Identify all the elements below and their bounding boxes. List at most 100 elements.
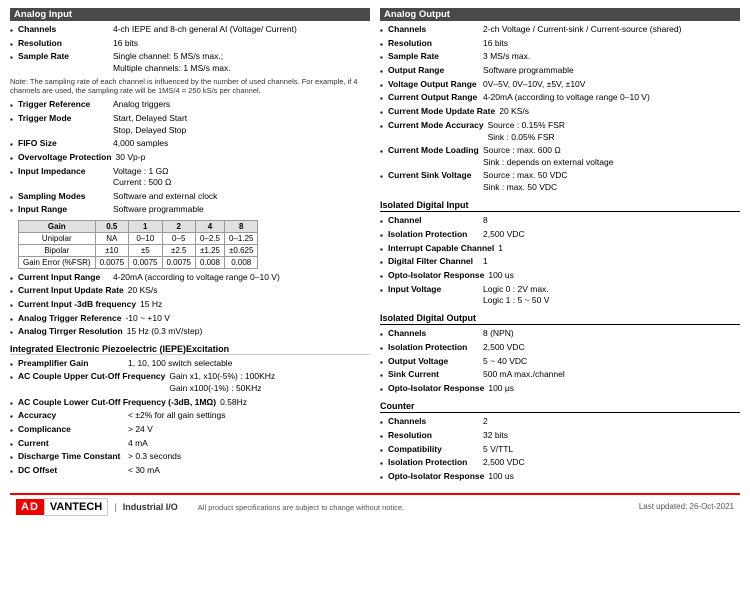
logo-advantech-white: VANTECH: [44, 498, 108, 516]
bullet: ▪: [380, 457, 388, 469]
iepe-section: Integrated Electronic Piezoelectric (IEP…: [10, 344, 370, 478]
item-label: Analog Tirrger Resolution: [18, 326, 127, 338]
item-label: Isolation Protection: [388, 229, 483, 241]
bullet: ▪: [10, 438, 18, 450]
counter-header: Counter: [380, 401, 740, 413]
bullet: ▪: [10, 204, 18, 216]
bullet: ▪: [380, 369, 388, 381]
item-label: Current Input Range: [18, 272, 113, 284]
item-value: 2,500 VDC: [483, 229, 740, 241]
list-item: ▪ Resolution 32 bits: [380, 430, 740, 442]
list-item: ▪ Trigger Mode Start, Delayed Start Stop…: [10, 113, 370, 137]
list-item: ▪ Voltage Output Range 0V–5V, 0V–10V, ±5…: [380, 79, 740, 91]
bullet: ▪: [380, 24, 388, 36]
item-value: 20 KS/s: [128, 285, 370, 297]
item-value: 4 mA: [128, 438, 370, 450]
cell: ±1.25: [195, 244, 224, 256]
table-row: Bipolar ±10 ±5 ±2.5 ±1.25 ±0.625: [19, 244, 258, 256]
bullet: ▪: [380, 444, 388, 456]
item-label: Current Output Range: [388, 92, 483, 104]
gain-col-05: 0.5: [95, 220, 128, 232]
bullet: ▪: [10, 152, 18, 164]
item-label: Compatibility: [388, 444, 483, 456]
item-label: Sample Rate: [388, 51, 483, 63]
list-item: ▪ Current Input -3dB frequency 15 Hz: [10, 299, 370, 311]
bullet: ▪: [380, 356, 388, 368]
item-value: Analog triggers: [113, 99, 370, 111]
item-value: 32 bits: [483, 430, 740, 442]
logo-divider: |: [108, 502, 123, 512]
bullet: ▪: [10, 424, 18, 436]
table-row: Gain Error (%FSR) 0.0075 0.0075 0.0075 0…: [19, 256, 258, 268]
bullet: ▪: [380, 38, 388, 50]
cell: 0–10: [129, 232, 162, 244]
list-item: ▪ AC Couple Lower Cut-Off Frequency (-3d…: [10, 397, 370, 409]
list-item: ▪ Opto-Isolator Response 100 μs: [380, 383, 740, 395]
list-item: ▪ Sampling Modes Software and external c…: [10, 191, 370, 203]
isolated-digital-output-section: Isolated Digital Output ▪ Channels 8 (NP…: [380, 313, 740, 395]
list-item: ▪ Analog Trigger Reference -10 ~ +10 V: [10, 313, 370, 325]
item-value: 0.58Hz: [220, 397, 370, 409]
logo-advantech-red: AD: [16, 499, 44, 515]
item-label: Complicance: [18, 424, 128, 436]
cell: 0–1.25: [225, 232, 258, 244]
list-item: ▪ DC Offset < 30 mA: [10, 465, 370, 477]
table-row: Unipolar NA 0–10 0–5 0–2.5 0–1.25: [19, 232, 258, 244]
list-item: ▪ Isolation Protection 2,500 VDC: [380, 457, 740, 469]
bullet: ▪: [380, 342, 388, 354]
bullet: ▪: [380, 106, 388, 118]
item-value: 2-ch Voltage / Current-sink / Current-so…: [483, 24, 740, 36]
list-item: ▪ Output Range Software programmable: [380, 65, 740, 77]
item-value: Source : 0.15% FSR Sink : 0.05% FSR: [488, 120, 740, 144]
item-value: 15 Hz: [140, 299, 370, 311]
bullet: ▪: [380, 92, 388, 104]
item-label: Output Voltage: [388, 356, 483, 368]
bullet: ▪: [380, 430, 388, 442]
gain-col-1: 1: [129, 220, 162, 232]
bullet: ▪: [10, 313, 18, 325]
list-item: ▪ Resolution 16 bits: [380, 38, 740, 50]
item-label: Trigger Mode: [18, 113, 113, 137]
list-item: ▪ Opto-Isolator Response 100 us: [380, 270, 740, 282]
list-item: ▪ Channels 4-ch IEPE and 8-ch general AI…: [10, 24, 370, 36]
item-value: 16 bits: [113, 38, 370, 50]
item-label: Isolation Protection: [388, 457, 483, 469]
item-value: 1: [483, 256, 740, 268]
list-item: ▪ Current Input Range 4-20mA (according …: [10, 272, 370, 284]
item-label: Voltage Output Range: [388, 79, 483, 91]
item-label: Current Sink Voltage: [388, 170, 483, 194]
gain-col-8: 8: [225, 220, 258, 232]
bullet: ▪: [10, 272, 18, 284]
item-value: 4-20mA (according to voltage range 0–10 …: [483, 92, 740, 104]
list-item: ▪ Output Voltage 5 ~ 40 VDC: [380, 356, 740, 368]
item-value: 1, 10, 100 switch selectable: [128, 358, 370, 370]
counter-section: Counter ▪ Channels 2 ▪ Resolution 32 bit…: [380, 401, 740, 483]
item-value: 4,000 samples: [113, 138, 370, 150]
item-label: Trigger Reference: [18, 99, 113, 111]
list-item: ▪ Digital Filter Channel 1: [380, 256, 740, 268]
item-value: < ±2% for all gain settings: [128, 410, 370, 422]
bullet: ▪: [10, 410, 18, 422]
isolated-digital-input-header: Isolated Digital Input: [380, 200, 740, 212]
item-label: Sink Current: [388, 369, 483, 381]
bullet: ▪: [10, 138, 18, 150]
list-item: ▪ Resolution 16 bits: [10, 38, 370, 50]
item-value: 3 MS/s max.: [483, 51, 740, 63]
cell: 0.008: [195, 256, 224, 268]
cell: 0–2.5: [195, 232, 224, 244]
item-value: Single channel: 5 MS/s max.; Multiple ch…: [113, 51, 370, 75]
item-label: Sample Rate: [18, 51, 113, 75]
bullet: ▪: [10, 299, 18, 311]
bullet: ▪: [10, 51, 18, 75]
list-item: ▪ Accuracy < ±2% for all gain settings: [10, 410, 370, 422]
item-label: Sampling Modes: [18, 191, 113, 203]
item-label: Current Mode Accuracy: [388, 120, 488, 144]
item-label: Opto-Isolator Response: [388, 270, 488, 282]
bullet: ▪: [10, 285, 18, 297]
row-label: Unipolar: [19, 232, 96, 244]
bullet: ▪: [10, 371, 18, 395]
list-item: ▪ Current Sink Voltage Source : max. 50 …: [380, 170, 740, 194]
right-column: Analog Output ▪ Channels 2-ch Voltage / …: [380, 8, 740, 485]
list-item: ▪ Opto-Isolator Response 100 us: [380, 471, 740, 483]
list-item: ▪ Trigger Reference Analog triggers: [10, 99, 370, 111]
